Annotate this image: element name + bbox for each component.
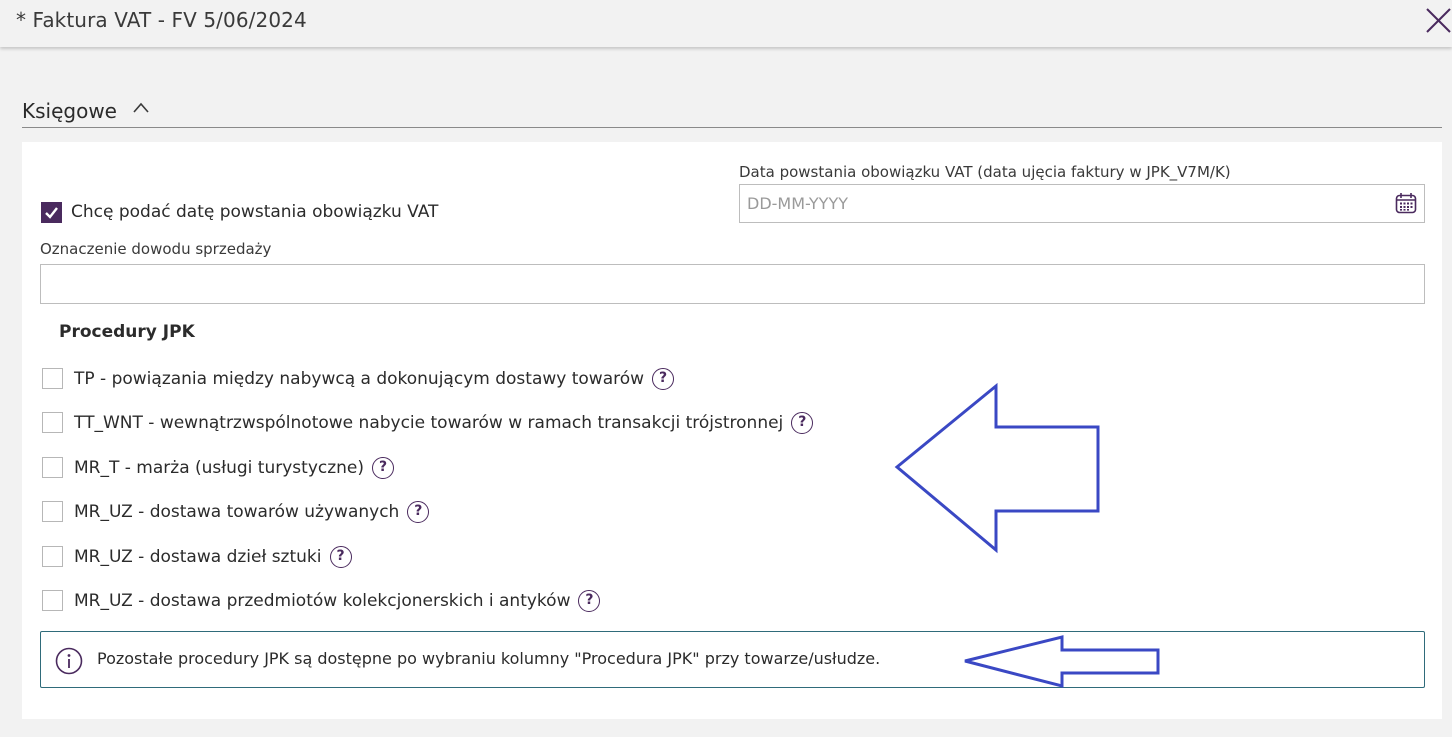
jpk-checkbox-mr-uz-collect[interactable] [42,590,63,611]
accounting-panel: Data powstania obowiązku VAT (data ujęci… [22,142,1442,719]
chevron-up-icon [133,102,149,113]
calendar-icon[interactable] [1395,192,1417,214]
section-header-ksiegowe[interactable]: Księgowe [22,98,1442,128]
jpk-checkbox-mr-t[interactable] [42,457,63,478]
sale-proof-label: Oznaczenie dowodu sprzedaży [40,240,272,258]
info-icon [55,647,83,675]
checkmark-icon [45,207,58,219]
jpk-label-mr-uz-collect: MR_UZ - dostawa przedmiotów kolekcjoners… [74,590,601,612]
jpk-checkbox-mr-uz-art[interactable] [42,546,63,567]
vat-date-checkbox[interactable] [41,202,62,223]
jpk-label-tp: TP - powiązania między nabywcą a dokonuj… [74,368,675,390]
jpk-label-mr-uz-art: MR_UZ - dostawa dzieł sztuki? [74,546,352,568]
jpk-label-mr-t: MR_T - marża (usługi turystyczne)? [74,457,395,479]
vat-date-input[interactable]: DD-MM-YYYY [739,184,1425,223]
vat-date-label: Data powstania obowiązku VAT (data ujęci… [739,163,1231,181]
window-title: * Faktura VAT - FV 5/06/2024 [16,8,307,32]
jpk-heading: Procedury JPK [59,322,195,342]
jpk-checkbox-tp[interactable] [42,368,63,389]
vat-date-placeholder: DD-MM-YYYY [747,194,848,213]
help-icon[interactable]: ? [372,457,395,479]
help-icon[interactable]: ? [407,501,430,523]
help-icon[interactable]: ? [329,546,352,568]
title-bar: * Faktura VAT - FV 5/06/2024 [0,0,1452,47]
sale-proof-input[interactable] [40,264,1425,304]
jpk-checkbox-mr-uz-used[interactable] [42,501,63,522]
help-icon[interactable]: ? [578,590,601,612]
jpk-label-mr-uz-used: MR_UZ - dostawa towarów używanych? [74,501,430,523]
vat-date-checkbox-label: Chcę podać datę powstania obowiązku VAT [71,202,439,222]
close-button[interactable] [1422,4,1452,34]
section-title: Księgowe [22,99,117,123]
info-message: Pozostałe procedury JPK są dostępne po w… [40,631,1425,688]
info-text: Pozostałe procedury JPK są dostępne po w… [97,649,881,668]
jpk-label-tt-wnt: TT_WNT - wewnątrzwspólnotowe nabycie tow… [74,412,814,434]
close-icon [1426,8,1451,33]
jpk-checkbox-tt-wnt[interactable] [42,412,63,433]
help-icon[interactable]: ? [652,368,675,390]
help-icon[interactable]: ? [791,412,814,434]
